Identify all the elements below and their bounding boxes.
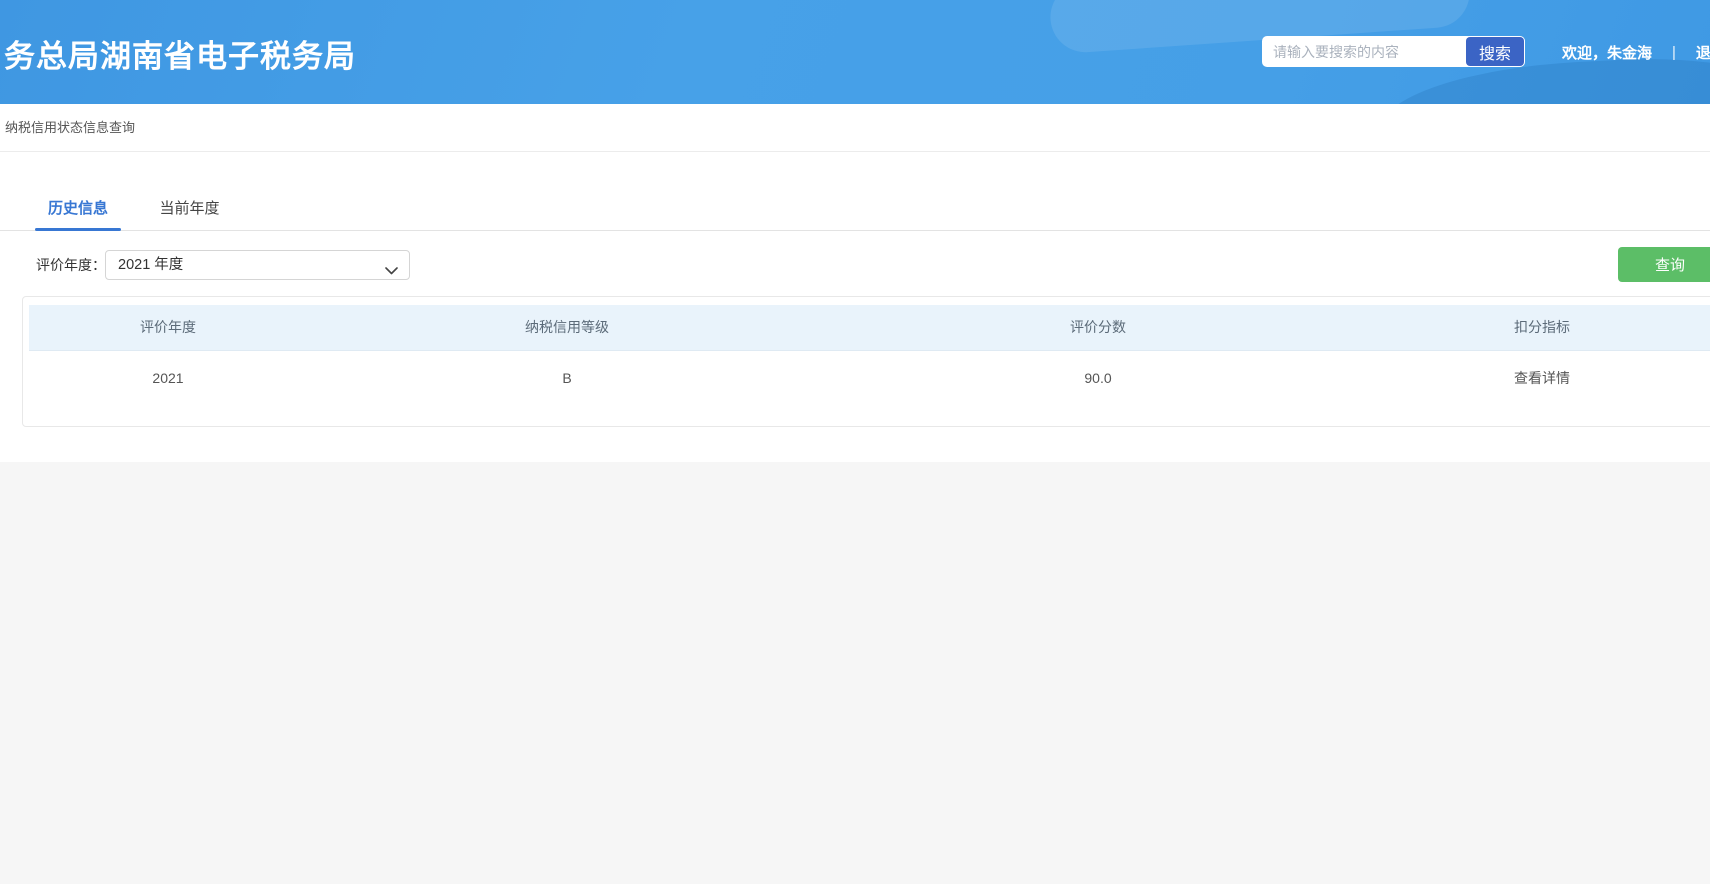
evaluation-year-label: 评价年度： bbox=[36, 247, 106, 283]
cell-evaluation-year: 2021 bbox=[29, 350, 307, 406]
search-button[interactable]: 搜索 bbox=[1466, 37, 1524, 66]
col-header-evaluation-year: 评价年度 bbox=[29, 305, 307, 350]
breadcrumb: 纳税信用状态信息查询 bbox=[5, 104, 135, 152]
user-area: 欢迎，朱金海 | 退出 bbox=[1562, 41, 1710, 63]
credit-result-table: 评价年度 纳税信用等级 评价分数 扣分指标 2021 B 90.0 查看详情 bbox=[29, 305, 1710, 406]
site-header: 务总局湖南省电子税务局 搜索 欢迎，朱金海 | 退出 bbox=[0, 0, 1710, 104]
cell-credit-level: B bbox=[307, 350, 827, 406]
table-header-row: 评价年度 纳税信用等级 评价分数 扣分指标 bbox=[29, 305, 1710, 350]
col-header-evaluation-score: 评价分数 bbox=[827, 305, 1369, 350]
col-header-deduction-indicator: 扣分指标 bbox=[1369, 305, 1710, 350]
result-table-card: 评价年度 纳税信用等级 评价分数 扣分指标 2021 B 90.0 查看详情 bbox=[22, 296, 1710, 427]
chevron-down-icon bbox=[385, 262, 398, 280]
header-search: 搜索 bbox=[1262, 36, 1525, 67]
view-details-link[interactable]: 查看详情 bbox=[1369, 350, 1710, 406]
tab-history-info[interactable]: 历史信息 bbox=[35, 188, 121, 230]
welcome-text: 欢迎，朱金海 bbox=[1562, 42, 1652, 63]
tab-current-year[interactable]: 当前年度 bbox=[146, 188, 232, 230]
site-title: 务总局湖南省电子税务局 bbox=[4, 31, 356, 76]
evaluation-year-select[interactable]: 2021 年度 bbox=[105, 250, 410, 280]
cell-evaluation-score: 90.0 bbox=[827, 350, 1369, 406]
breadcrumb-bar: 纳税信用状态信息查询 bbox=[0, 104, 1710, 152]
query-button[interactable]: 查询 bbox=[1618, 247, 1710, 282]
tab-bar: 历史信息 当前年度 bbox=[0, 188, 1710, 231]
search-input[interactable] bbox=[1262, 36, 1465, 67]
filter-row: 评价年度： 2021 年度 查询 bbox=[0, 247, 1710, 283]
col-header-credit-level: 纳税信用等级 bbox=[307, 305, 827, 350]
logout-link[interactable]: 退出 bbox=[1696, 42, 1710, 63]
user-divider: | bbox=[1672, 44, 1676, 61]
main-panel: 历史信息 当前年度 评价年度： 2021 年度 查询 评价年度 纳税信用等级 bbox=[0, 152, 1710, 462]
evaluation-year-value: 2021 年度 bbox=[118, 251, 183, 279]
table-row: 2021 B 90.0 查看详情 bbox=[29, 350, 1710, 406]
